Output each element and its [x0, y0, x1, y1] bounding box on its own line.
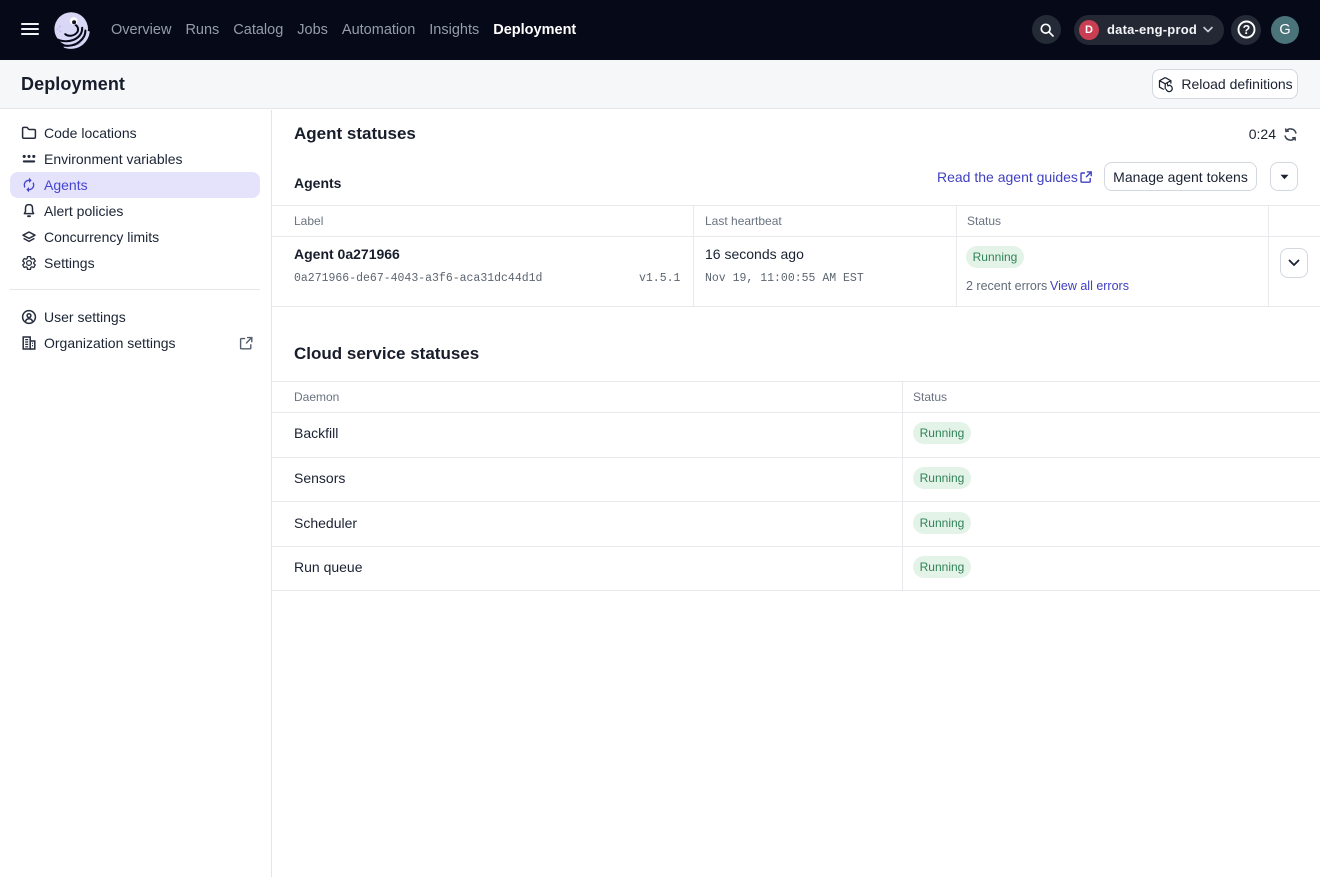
svg-text:?: ?: [1242, 23, 1250, 37]
